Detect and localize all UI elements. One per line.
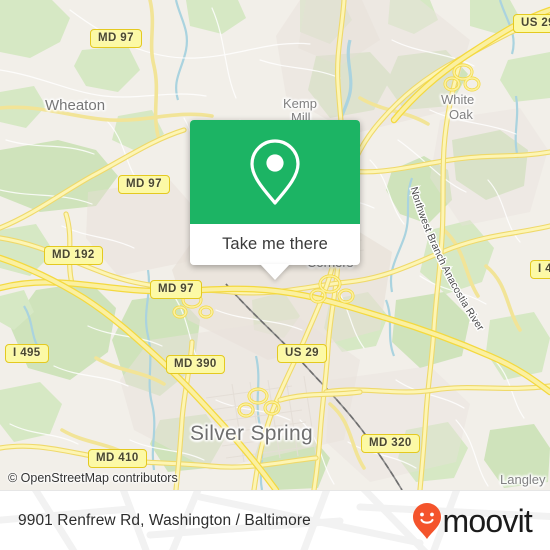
road-shield-i495-right: I 4 bbox=[530, 260, 550, 279]
road-shield-us29-top: US 29 bbox=[513, 14, 550, 33]
road-shield-md97-south: MD 97 bbox=[150, 280, 202, 299]
road-shield-md192: MD 192 bbox=[44, 246, 103, 265]
road-shield-md97-north: MD 97 bbox=[90, 29, 142, 48]
place-label-white: White bbox=[441, 92, 475, 107]
bottom-info-bar: 9901 Renfrew Rd, Washington / Baltimore … bbox=[0, 490, 550, 550]
road-shield-md410: MD 410 bbox=[88, 449, 147, 468]
place-label-langley: Langley bbox=[500, 472, 546, 487]
osm-attribution[interactable]: © OpenStreetMap contributors bbox=[8, 471, 178, 485]
road-shield-md97-mid: MD 97 bbox=[118, 175, 170, 194]
popup-action-area[interactable]: Take me there bbox=[190, 224, 360, 280]
moovit-logo[interactable]: moovit bbox=[412, 502, 533, 540]
place-label-kemp: Kemp bbox=[283, 96, 317, 111]
road-shield-md320: MD 320 bbox=[361, 434, 420, 453]
place-label-oak: Oak bbox=[449, 107, 473, 122]
address-label: 9901 Renfrew Rd, Washington / Baltimore bbox=[18, 511, 311, 529]
road-shield-us29-mid: US 29 bbox=[277, 344, 327, 363]
popup-pointer-tail bbox=[260, 264, 290, 280]
map-canvas[interactable]: .park { fill:#d6e8c4; } .park2 { fill:#c… bbox=[0, 0, 550, 490]
road-shield-md390: MD 390 bbox=[166, 355, 225, 374]
moovit-pin-icon bbox=[412, 502, 441, 539]
road-shield-i495: I 495 bbox=[5, 344, 49, 363]
place-label-wheaton: Wheaton bbox=[45, 97, 106, 114]
popup-icon-area bbox=[190, 120, 360, 224]
destination-popup-card[interactable]: Take me there bbox=[190, 120, 360, 280]
map-pin-icon bbox=[250, 139, 300, 205]
moovit-wordmark: moovit bbox=[442, 502, 533, 539]
take-me-there-label: Take me there bbox=[222, 235, 328, 253]
place-label-silver-spring: Silver Spring bbox=[190, 422, 313, 445]
